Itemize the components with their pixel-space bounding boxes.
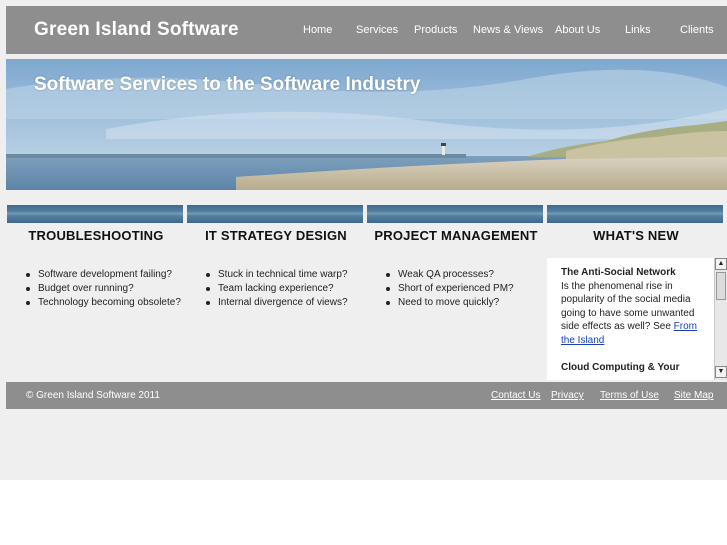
heading-whats-new: WHAT'S NEW	[593, 228, 679, 243]
nav-links[interactable]: Links	[625, 24, 651, 36]
list-item: Software development failing?	[24, 268, 181, 282]
nav-services[interactable]: Services	[356, 24, 398, 36]
whats-new-panel[interactable]: The Anti-Social Network Is the phenomena…	[547, 258, 727, 380]
project-management-list: Weak QA processes? Short of experienced …	[384, 268, 514, 310]
nav-home[interactable]: Home	[303, 24, 332, 36]
nav-news-views[interactable]: News & Views	[473, 24, 543, 36]
list-item: Need to move quickly?	[384, 296, 514, 310]
banner-tagline: Software Services to the Software Indust…	[34, 74, 421, 95]
nav-about-us[interactable]: About Us	[555, 24, 600, 36]
list-item: Short of experienced PM?	[384, 282, 514, 296]
footer-link-terms-of-use[interactable]: Terms of Use	[600, 390, 659, 401]
nav-clients[interactable]: Clients	[680, 24, 714, 36]
strip-it-strategy	[187, 205, 363, 223]
strip-troubleshooting	[7, 205, 183, 223]
list-item: Technology becoming obsolete?	[24, 296, 181, 310]
footer-link-site-map[interactable]: Site Map	[674, 390, 713, 401]
strip-whats-new	[547, 205, 723, 223]
heading-project-management[interactable]: PROJECT MANAGEMENT	[367, 228, 545, 243]
list-item: Team lacking experience?	[204, 282, 348, 296]
copyright-text: © Green Island Software 2011	[26, 390, 160, 401]
news-scrollbar[interactable]: ▲ ▼	[714, 258, 727, 380]
site-footer: © Green Island Software 2011 Contact Us …	[6, 382, 727, 409]
it-strategy-list: Stuck in technical time warp? Team lacki…	[204, 268, 348, 310]
news-item-title: Cloud Computing & Your	[561, 361, 680, 373]
footer-link-contact-us[interactable]: Contact Us	[491, 390, 540, 401]
site-title[interactable]: Green Island Software	[34, 19, 239, 41]
footer-link-privacy[interactable]: Privacy	[551, 390, 584, 401]
list-item: Budget over running?	[24, 282, 181, 296]
list-item: Stuck in technical time warp?	[204, 268, 348, 282]
nav-products[interactable]: Products	[414, 24, 457, 36]
scroll-up-arrow-icon[interactable]: ▲	[715, 258, 727, 270]
scroll-down-arrow-icon[interactable]: ▼	[715, 366, 727, 378]
heading-it-strategy-design[interactable]: IT STRATEGY DESIGN	[187, 228, 365, 243]
troubleshooting-list: Software development failing? Budget ove…	[24, 268, 181, 310]
list-item: Weak QA processes?	[384, 268, 514, 282]
scroll-thumb[interactable]	[716, 272, 726, 300]
list-item: Internal divergence of views?	[204, 296, 348, 310]
news-content: The Anti-Social Network Is the phenomena…	[561, 266, 699, 374]
hero-banner: Software Services to the Software Indust…	[6, 59, 727, 190]
strip-project-management	[367, 205, 543, 223]
site-header: Green Island Software Home Services Prod…	[6, 6, 727, 54]
heading-troubleshooting[interactable]: TROUBLESHOOTING	[7, 228, 185, 243]
news-item-title: The Anti-Social Network	[561, 267, 676, 278]
